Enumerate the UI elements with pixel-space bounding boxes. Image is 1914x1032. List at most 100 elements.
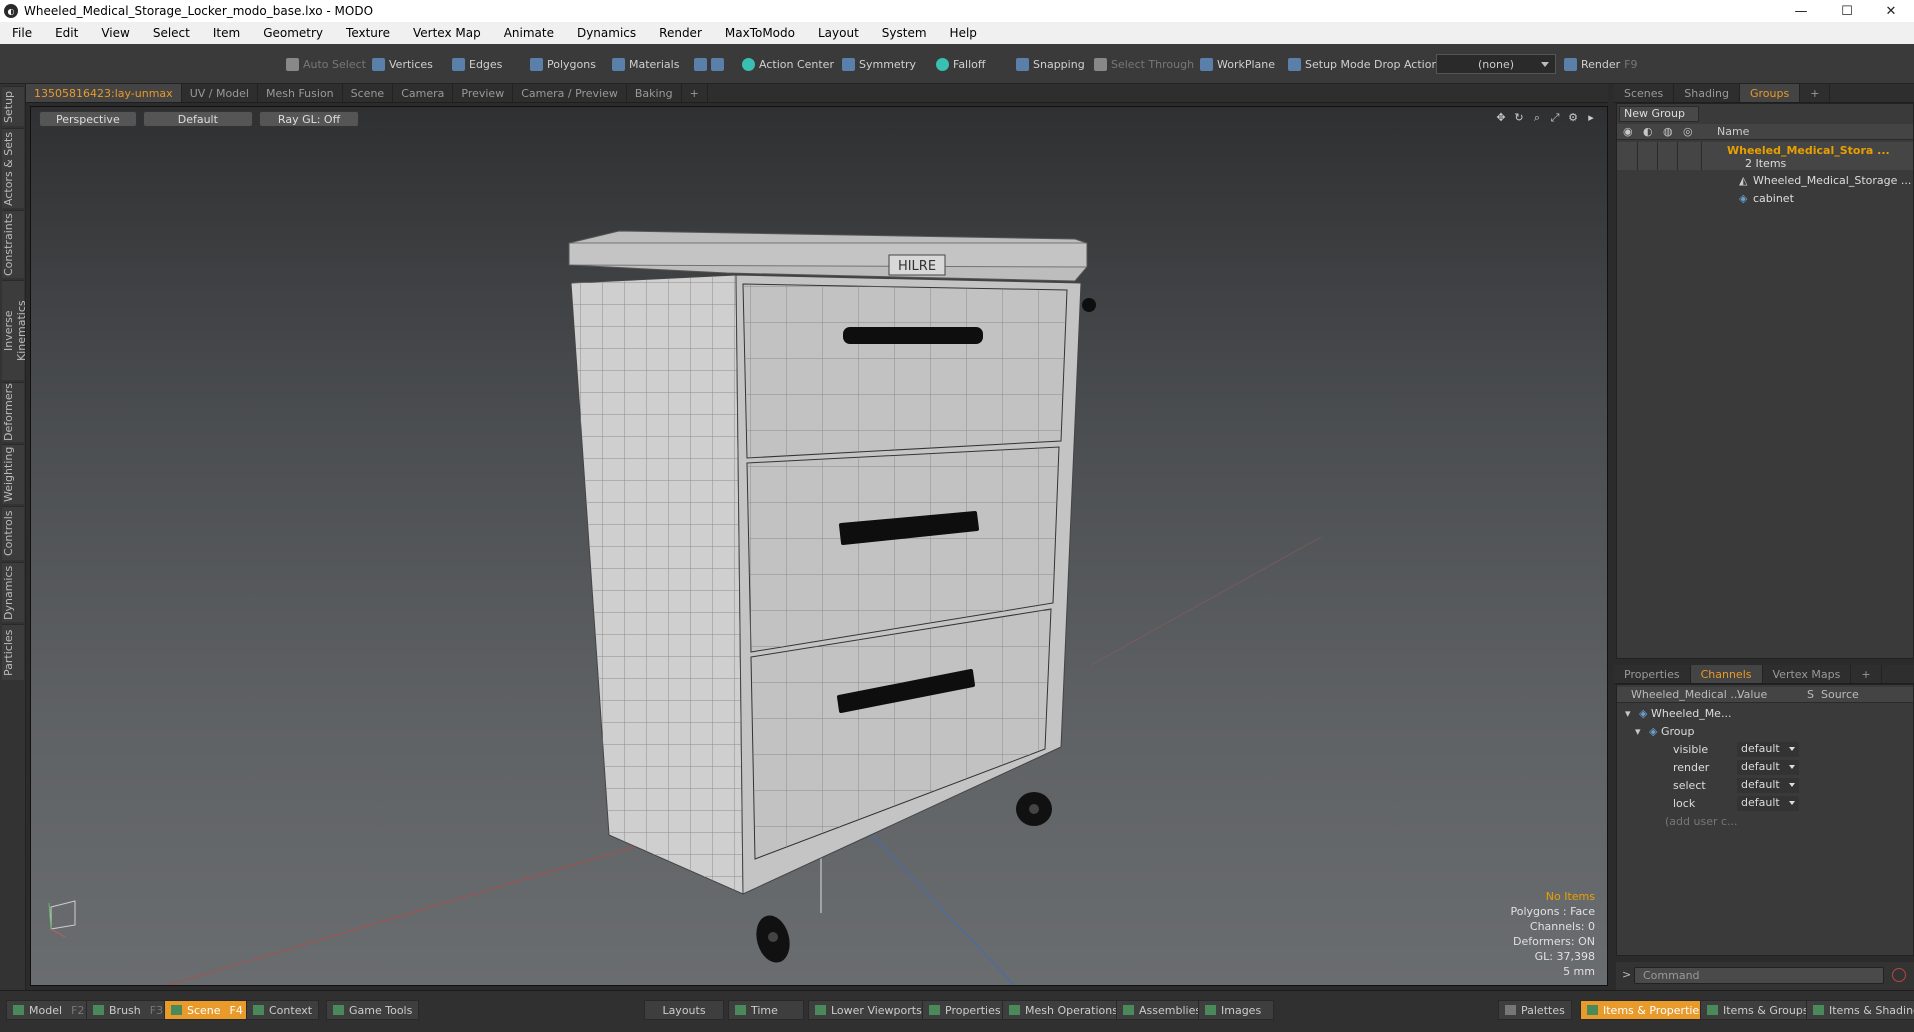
tab-inverse-kinematics[interactable]: Inverse Kinematics <box>2 280 28 380</box>
tab-vertex-maps[interactable]: Vertex Maps <box>1763 665 1852 683</box>
x-axis-line-far <box>1090 536 1322 666</box>
select-value-select[interactable]: default <box>1737 778 1799 793</box>
menu-select[interactable]: Select <box>141 26 201 40</box>
channel-row-lock[interactable]: lock default <box>1617 795 1913 813</box>
workplane-button[interactable]: WorkPlane <box>1196 54 1279 74</box>
channel-row-render[interactable]: render default <box>1617 759 1913 777</box>
tab-setup[interactable]: Setup <box>2 86 24 126</box>
tab-mesh-fusion[interactable]: Mesh Fusion <box>258 84 343 102</box>
new-group-button[interactable]: New Group <box>1619 106 1699 122</box>
menu-animate[interactable]: Animate <box>492 26 565 40</box>
add-prop-tab-button[interactable]: + <box>1851 665 1882 683</box>
tab-weighting[interactable]: Weighting <box>2 444 24 504</box>
scene-layout-button[interactable]: Scene F4 <box>164 1000 250 1020</box>
tab-layout-unmax[interactable]: 13505816423:lay-unmax <box>26 84 182 102</box>
snapping-button[interactable]: Snapping <box>1012 54 1089 74</box>
symmetry-button[interactable]: Symmetry <box>838 54 920 74</box>
channel-row-visible[interactable]: visible default <box>1617 741 1913 759</box>
render-value-select[interactable]: default <box>1737 760 1799 775</box>
menu-edit[interactable]: Edit <box>43 26 89 40</box>
menu-system[interactable]: System <box>870 26 938 40</box>
properties-button[interactable]: Properties <box>922 1000 1008 1020</box>
layouts-button[interactable]: Layouts <box>644 1000 724 1020</box>
tab-shading[interactable]: Shading <box>1674 84 1740 102</box>
polygons-button[interactable]: Polygons <box>526 54 600 74</box>
setup-mode-button[interactable]: Setup Mode <box>1284 54 1374 74</box>
group-root-row[interactable]: Wheeled_Medical_Stora ... 2 Items <box>1617 142 1913 170</box>
command-input[interactable]: Command <box>1634 967 1884 984</box>
tab-uv-model[interactable]: UV / Model <box>182 84 258 102</box>
tab-scenes[interactable]: Scenes <box>1614 84 1675 102</box>
mesh-operations-button[interactable]: Mesh Operations <box>1002 1000 1125 1020</box>
tab-actors-sets[interactable]: Actors & Sets <box>2 128 24 208</box>
items-properties-button[interactable]: Items & Properties <box>1580 1000 1712 1020</box>
tab-camera[interactable]: Camera <box>393 84 454 102</box>
bottom-bar: Model F2 Brush F3 Scene F4 Context Game Too… <box>0 990 1914 1032</box>
falloff-button[interactable]: Falloff <box>932 54 989 74</box>
group-child-row[interactable]: ◈ cabinet <box>1617 190 1913 208</box>
minimize-button[interactable]: — <box>1778 0 1824 22</box>
model-layout-button[interactable]: Model F2 <box>6 1000 92 1020</box>
game-tools-button[interactable]: Game Tools <box>326 1000 420 1020</box>
materials-button[interactable]: Materials <box>608 54 683 74</box>
channel-group-row[interactable]: ▾ ◈ Group <box>1617 723 1913 741</box>
tab-dynamics[interactable]: Dynamics <box>2 562 24 622</box>
tab-properties[interactable]: Properties <box>1614 665 1691 683</box>
items-shading-button[interactable]: Items & Shading <box>1806 1000 1914 1020</box>
edges-button[interactable]: Edges <box>448 54 506 74</box>
brush-layout-button[interactable]: Brush F3 <box>86 1000 171 1020</box>
vertices-button[interactable]: Vertices <box>368 54 437 74</box>
logo-text: HILRE <box>898 259 936 274</box>
action-center-button[interactable]: Action Center <box>738 54 838 74</box>
component-mode-button[interactable] <box>690 54 728 74</box>
items-groups-button[interactable]: Items & Groups <box>1700 1000 1816 1020</box>
record-icon[interactable] <box>1892 968 1906 982</box>
axis-gizmo-icon <box>50 900 76 930</box>
add-scene-tab-button[interactable]: + <box>1800 84 1831 102</box>
tab-groups[interactable]: Groups <box>1739 84 1801 102</box>
auto-select-button[interactable]: Auto Select <box>282 54 370 74</box>
menu-geometry[interactable]: Geometry <box>251 26 334 40</box>
menu-file[interactable]: File <box>0 26 43 40</box>
lock-value-select[interactable]: default <box>1737 796 1799 811</box>
tab-controls[interactable]: Controls <box>2 506 24 560</box>
edges-icon <box>452 57 465 71</box>
menu-dynamics[interactable]: Dynamics <box>565 26 647 40</box>
select-through-button[interactable]: Select Through <box>1090 54 1198 74</box>
channel-item-row[interactable]: ▾ ◈ Wheeled_Me... <box>1617 705 1913 723</box>
3d-viewport[interactable]: Perspective Default Ray GL: Off ✥ ↻ ⌕ ⤢ … <box>30 106 1608 986</box>
images-button[interactable]: Images <box>1198 1000 1274 1020</box>
add-user-channel-row[interactable]: (add user c... <box>1617 813 1913 831</box>
menu-view[interactable]: View <box>89 26 140 40</box>
add-tab-button[interactable]: + <box>682 84 708 102</box>
command-prompt: > <box>1622 968 1632 981</box>
assemblies-button[interactable]: Assemblies <box>1116 1000 1209 1020</box>
drop-action-select[interactable]: (none) <box>1436 54 1556 74</box>
lower-viewports-button[interactable]: Lower Viewports <box>808 1000 929 1020</box>
menu-layout[interactable]: Layout <box>806 26 870 40</box>
visible-value-select[interactable]: default <box>1737 742 1799 757</box>
close-button[interactable]: ✕ <box>1868 0 1914 22</box>
tab-deformers[interactable]: Deformers <box>2 382 24 442</box>
menu-maxtomodo[interactable]: MaxToModo <box>713 26 806 40</box>
menu-texture[interactable]: Texture <box>334 26 401 40</box>
group-child-row[interactable]: ◭ Wheeled_Medical_Storage ... <box>1617 172 1913 190</box>
time-button[interactable]: Time <box>728 1000 804 1020</box>
maximize-button[interactable]: ☐ <box>1824 0 1870 22</box>
tab-particles[interactable]: Particles <box>2 624 24 680</box>
render-button[interactable]: Render F9 <box>1560 54 1642 74</box>
layout-icon <box>1813 1005 1824 1015</box>
tab-baking[interactable]: Baking <box>627 84 682 102</box>
menu-vertex-map[interactable]: Vertex Map <box>401 26 492 40</box>
tab-camera-preview[interactable]: Camera / Preview <box>513 84 627 102</box>
tab-scene[interactable]: Scene <box>343 84 394 102</box>
tab-constraints[interactable]: Constraints <box>2 210 24 278</box>
tab-channels[interactable]: Channels <box>1690 665 1763 683</box>
menu-item[interactable]: Item <box>201 26 251 40</box>
palettes-button[interactable]: Palettes <box>1498 1000 1572 1020</box>
menu-render[interactable]: Render <box>647 26 713 40</box>
context-layout-button[interactable]: Context <box>246 1000 320 1020</box>
tab-preview[interactable]: Preview <box>453 84 514 102</box>
channel-row-select[interactable]: select default <box>1617 777 1913 795</box>
menu-help[interactable]: Help <box>938 26 988 40</box>
